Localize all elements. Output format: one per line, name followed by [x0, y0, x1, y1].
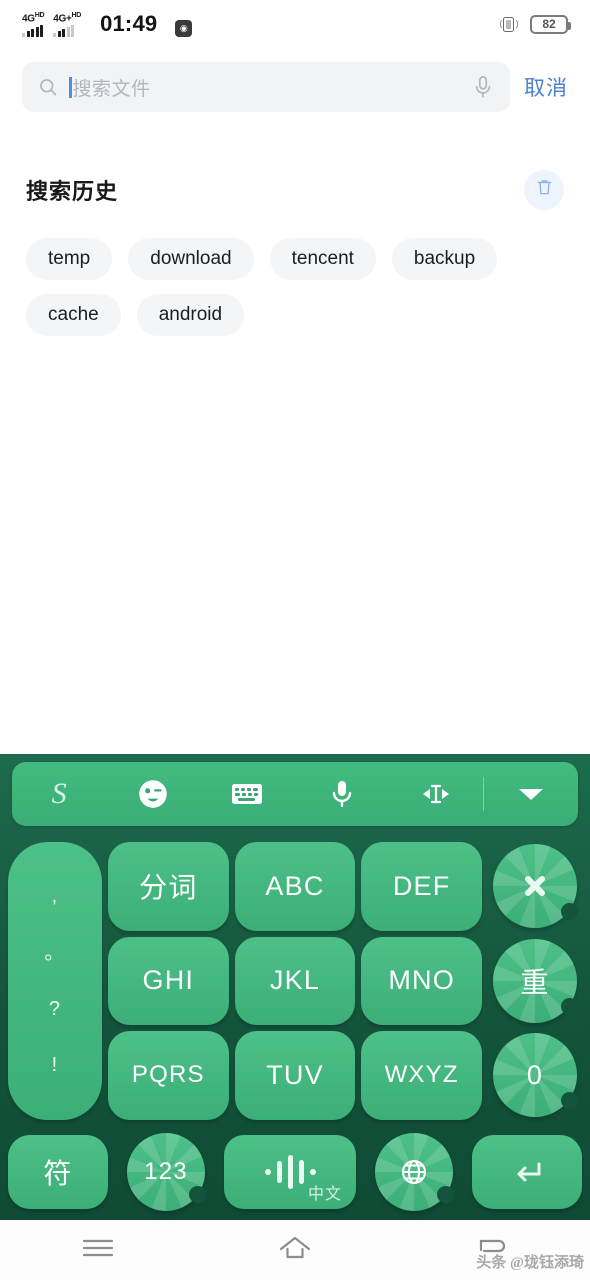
key-abc[interactable]: ABC	[234, 842, 356, 931]
key-space[interactable]: 中文	[224, 1135, 356, 1209]
text-cursor	[69, 76, 72, 98]
key-backspace[interactable]	[492, 844, 578, 929]
search-row: 搜索文件 取消	[0, 62, 590, 112]
home-icon	[277, 1234, 313, 1267]
key-enter[interactable]	[472, 1135, 582, 1209]
search-history-chips: temp download tencent backup cache andro…	[0, 238, 590, 336]
search-history-header: 搜索历史	[0, 170, 590, 210]
vibrate-icon: ⟨ ⟩	[499, 16, 519, 32]
key-symbols[interactable]: 符	[8, 1135, 108, 1209]
search-history-title: 搜索历史	[26, 179, 119, 204]
search-placeholder: 搜索文件	[72, 78, 151, 100]
punct-period: 。	[44, 941, 66, 964]
key-pqrs[interactable]: PQRS	[108, 1031, 229, 1120]
punct-comma: ,	[51, 885, 59, 908]
key-mno[interactable]: MNO	[361, 936, 482, 1025]
key-numeric[interactable]: 123	[127, 1133, 206, 1211]
battery-indicator: 82	[530, 14, 571, 34]
clear-history-button[interactable]	[524, 170, 564, 210]
punct-exclaim: !	[51, 1054, 59, 1077]
history-chip[interactable]: backup	[391, 238, 498, 280]
camera-icon: ◉	[175, 20, 193, 38]
keyboard-panel: S , 。 ? ! 分词 ABC DEF GHI JKL MNO 重 PQRS …	[0, 754, 590, 1220]
status-bar-left: 4GHD 4G+HD 01:49 ◉	[22, 11, 193, 38]
phone-screen: 4GHD 4G+HD 01:49 ◉ ⟨ ⟩ 82 搜索文件 取消 搜索历史 t…	[0, 0, 590, 1280]
cancel-button[interactable]: 取消	[524, 72, 568, 102]
battery-level-label: 82	[542, 17, 556, 31]
signal-2-label: 4G+HD	[53, 11, 82, 25]
history-chip[interactable]: tencent	[269, 238, 376, 280]
history-chip[interactable]: temp	[26, 238, 113, 280]
collapse-keyboard-icon[interactable]	[484, 762, 578, 826]
status-bar: 4GHD 4G+HD 01:49 ◉ ⟨ ⟩ 82	[0, 0, 590, 48]
key-jkl[interactable]: JKL	[234, 936, 356, 1025]
punct-question: ?	[48, 997, 62, 1020]
signal-indicator-2: 4G+HD	[53, 11, 82, 38]
key-fenci[interactable]: 分词	[108, 842, 229, 931]
menu-button[interactable]	[0, 1236, 197, 1265]
search-icon	[38, 77, 58, 97]
key-ghi[interactable]: GHI	[108, 936, 229, 1025]
key-repeat[interactable]: 重	[492, 938, 578, 1023]
sogou-logo-icon[interactable]: S	[12, 762, 106, 826]
space-language-label: 中文	[307, 1186, 342, 1203]
signal-indicator-1: 4GHD	[22, 11, 45, 38]
history-chip[interactable]: cache	[26, 294, 121, 336]
watermark: 头条 @珑钰添琦	[476, 1255, 584, 1271]
cursor-move-icon[interactable]	[389, 762, 483, 826]
history-chip[interactable]: android	[136, 294, 245, 336]
sogou-logo-label: S	[51, 777, 67, 810]
search-box[interactable]: 搜索文件	[22, 62, 510, 112]
signal-2-bars	[53, 25, 75, 38]
emoji-icon[interactable]	[106, 762, 200, 826]
globe-icon[interactable]	[375, 1133, 454, 1211]
key-tuv[interactable]: TUV	[234, 1031, 356, 1120]
status-bar-clock: 01:49	[100, 11, 158, 37]
keyboard-bottom-row: 符 123 中文	[0, 1132, 590, 1220]
trash-icon	[536, 178, 553, 202]
keyboard-switch-icon[interactable]	[200, 762, 294, 826]
voice-input-icon[interactable]	[295, 762, 389, 826]
search-input[interactable]: 搜索文件	[69, 74, 461, 101]
status-bar-right: ⟨ ⟩ 82	[499, 14, 571, 34]
key-punctuation[interactable]: , 。 ? !	[8, 842, 102, 1120]
menu-icon	[81, 1236, 115, 1265]
signal-1-label: 4GHD	[22, 11, 45, 25]
signal-1-bars	[22, 25, 43, 38]
home-button[interactable]	[197, 1234, 394, 1267]
key-zero[interactable]: 0	[492, 1033, 578, 1118]
key-wxyz[interactable]: WXYZ	[361, 1031, 482, 1120]
history-chip[interactable]: download	[128, 238, 254, 280]
key-def[interactable]: DEF	[361, 842, 482, 931]
microphone-icon[interactable]	[472, 75, 494, 99]
keyboard-toolbar: S	[12, 762, 578, 826]
